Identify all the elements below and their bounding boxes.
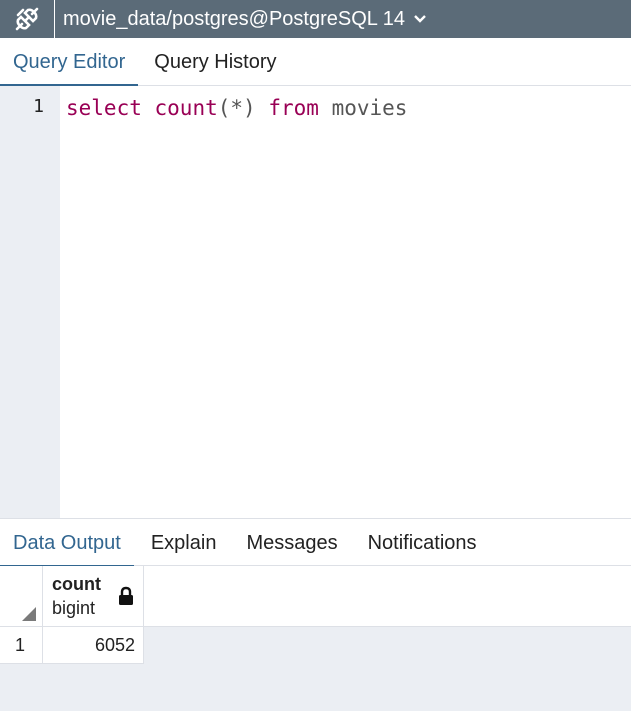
select-all-corner[interactable] — [0, 566, 43, 627]
keyword-select: select — [66, 96, 142, 120]
table-row: 1 6052 — [0, 627, 144, 664]
row-number[interactable]: 1 — [0, 627, 43, 664]
column-name: count — [52, 574, 101, 594]
connection-bar: movie_data/postgres@PostgreSQL 14 — [0, 0, 631, 38]
connection-plug-icon — [0, 0, 55, 38]
column-header-count[interactable]: count bigint — [43, 566, 144, 627]
tab-notifications[interactable]: Notifications — [355, 519, 490, 567]
output-tabs: Data Output Explain Messages Notificatio… — [0, 518, 631, 568]
column-type: bigint — [52, 598, 96, 618]
tab-query-history[interactable]: Query History — [138, 38, 292, 86]
code-line[interactable]: select count(*) from movies — [66, 96, 407, 120]
table-name: movies — [331, 96, 408, 120]
tab-explain[interactable]: Explain — [138, 519, 230, 567]
corner-triangle-icon — [22, 607, 36, 621]
tab-messages[interactable]: Messages — [233, 519, 350, 567]
lock-icon — [118, 586, 134, 611]
tab-data-output[interactable]: Data Output — [0, 519, 134, 568]
tab-query-editor[interactable]: Query Editor — [0, 38, 139, 87]
line-gutter: 1 — [0, 86, 60, 518]
grid-header-row: count bigint — [0, 566, 631, 627]
cell-count[interactable]: 6052 — [43, 627, 144, 664]
connection-title: movie_data/postgres@PostgreSQL 14 — [63, 8, 405, 30]
function-count: count — [154, 96, 218, 120]
chevron-down-icon — [413, 14, 427, 24]
editor-tabs: Query Editor Query History — [0, 38, 631, 87]
keyword-from: from — [268, 96, 319, 120]
sql-editor[interactable]: 1 select count(*) from movies — [0, 86, 631, 518]
results-grid: count bigint 1 6052 — [0, 566, 631, 711]
line-number: 1 — [33, 96, 44, 117]
function-args: (*) — [217, 96, 256, 120]
connection-selector[interactable]: movie_data/postgres@PostgreSQL 14 — [55, 0, 427, 38]
